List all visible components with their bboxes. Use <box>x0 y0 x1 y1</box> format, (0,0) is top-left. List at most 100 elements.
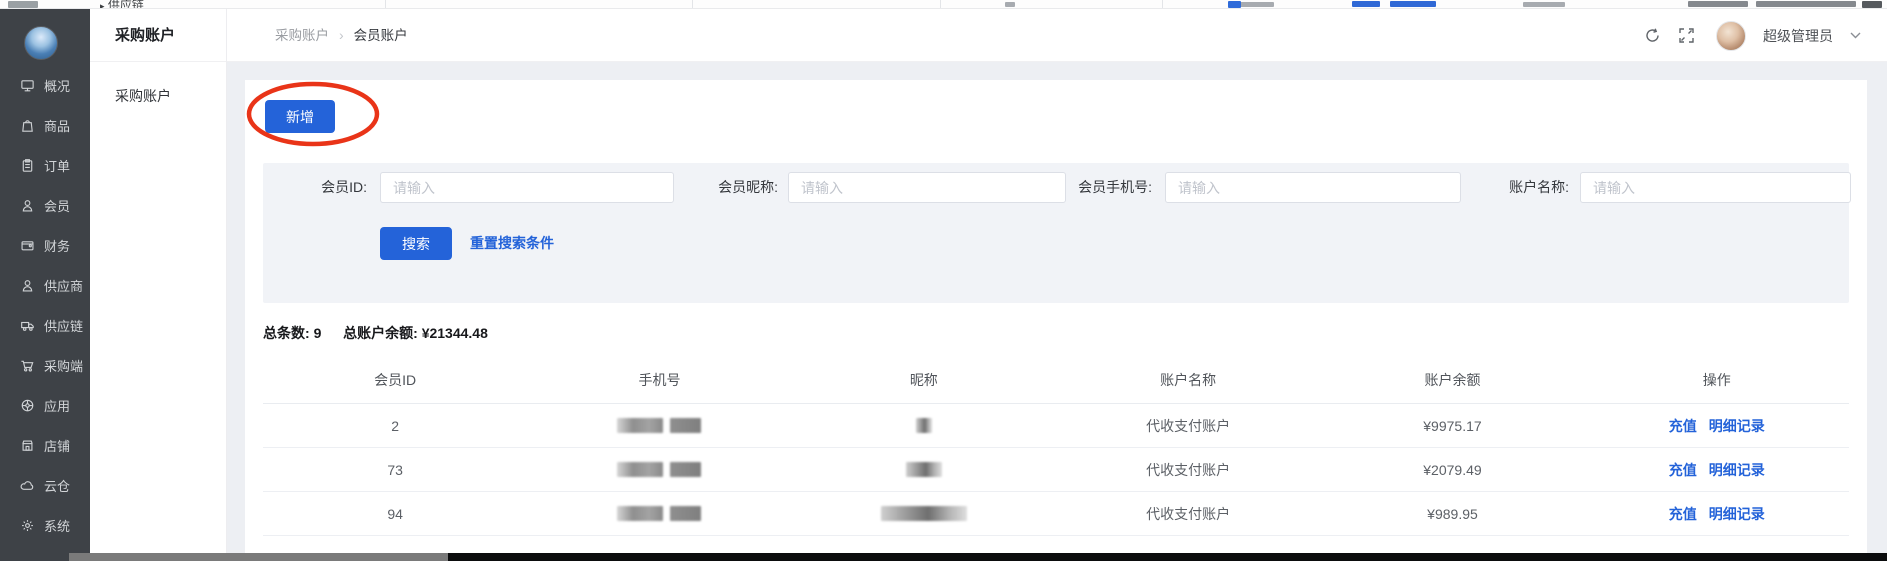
recharge-link[interactable]: 充值 <box>1669 460 1697 480</box>
sidebar-item-3[interactable]: 订单 <box>0 145 90 185</box>
user-avatar[interactable] <box>1716 21 1746 51</box>
table-header-cell: 昵称 <box>792 356 1056 403</box>
sidebar-item-10[interactable]: 店铺 <box>0 425 90 465</box>
search-button[interactable]: 搜索 <box>380 227 452 260</box>
accounts-table: 会员ID手机号昵称账户名称账户余额操作 2代收支付账户¥9975.17充值明细记… <box>263 356 1849 536</box>
table-header-cell: 会员ID <box>263 356 527 403</box>
breadcrumb-parent[interactable]: 采购账户 <box>275 28 329 43</box>
cloud-icon <box>20 478 35 493</box>
secondary-sidebar: 采购账户 采购账户 <box>90 9 227 553</box>
cart-icon <box>20 358 35 373</box>
clipped-blue-icon <box>1228 1 1241 8</box>
phone-cell <box>527 492 791 535</box>
clipboard-icon <box>20 158 35 173</box>
sidebar-item-label: 商品 <box>44 116 70 135</box>
clipped-column-line <box>385 0 386 9</box>
clipped-blue-link <box>1352 1 1380 7</box>
header-bar: 采购账户›会员账户 超级管理员 <box>227 9 1887 62</box>
sidebar-item-1[interactable]: 概况 <box>0 65 90 105</box>
nickname-cell <box>792 404 1056 447</box>
sidebar-item-12[interactable]: 系统 <box>0 505 90 545</box>
sidebar-item-8[interactable]: 采购端 <box>0 345 90 385</box>
clipped-column-line <box>1162 0 1163 9</box>
table-header-row: 会员ID手机号昵称账户名称账户余额操作 <box>263 356 1849 404</box>
clipped-fragment <box>1756 1 1856 7</box>
table-header-cell: 账户名称 <box>1056 356 1320 403</box>
nickname-redaction <box>881 506 967 521</box>
sidebar-item-2[interactable]: 商品 <box>0 105 90 145</box>
actions-cell: 充值明细记录 <box>1585 492 1849 535</box>
breadcrumb: 采购账户›会员账户 <box>275 9 408 62</box>
member-id-cell: 73 <box>263 448 527 491</box>
detail-record-link[interactable]: 明细记录 <box>1709 460 1765 480</box>
balance-cell: ¥9975.17 <box>1320 404 1584 447</box>
reset-search-link[interactable]: 重置搜索条件 <box>470 227 554 260</box>
balance-cell: ¥989.95 <box>1320 492 1584 535</box>
search-field-label-4: 账户名称: <box>1471 172 1569 203</box>
user-name[interactable]: 超级管理员 <box>1763 26 1833 46</box>
sidebar-item-4[interactable]: 会员 <box>0 185 90 225</box>
clipped-column-line <box>692 0 693 9</box>
bag-icon <box>20 118 35 133</box>
company-logo-avatar[interactable] <box>24 26 58 60</box>
refresh-icon[interactable] <box>1644 27 1661 44</box>
breadcrumb-current: 会员账户 <box>354 28 408 43</box>
table-header-cell: 手机号 <box>527 356 791 403</box>
table-row: 2代收支付账户¥9975.17充值明细记录 <box>263 404 1849 448</box>
nickname-redaction <box>916 418 932 433</box>
sidebar-item-11[interactable]: 云仓 <box>0 465 90 505</box>
balance-cell: ¥2079.49 <box>1320 448 1584 491</box>
search-field-input-3[interactable] <box>1165 172 1461 203</box>
wheel-icon <box>20 398 35 413</box>
sidebar-item-label: 概况 <box>44 76 70 95</box>
sidebar-item-label: 财务 <box>44 236 70 255</box>
account-name-cell: 代收支付账户 <box>1056 492 1320 535</box>
recharge-link[interactable]: 充值 <box>1669 416 1697 436</box>
total-count-value: 9 <box>314 325 322 341</box>
sidebar-item-9[interactable]: 应用 <box>0 385 90 425</box>
monitor-icon <box>20 78 35 93</box>
fullscreen-icon[interactable] <box>1678 27 1695 44</box>
main-content: 新增 会员ID: 会员昵称: 会员手机号: 账户名称: 搜索重置搜索条件 总条数: 9 … <box>227 62 1887 561</box>
clipped-fragment <box>8 1 38 8</box>
sidebar-item-6[interactable]: 供应商 <box>0 265 90 305</box>
clipped-fragment <box>1523 2 1565 7</box>
total-balance-label: 总账户余额: <box>343 325 418 341</box>
search-field-label-2: 会员昵称: <box>691 172 778 203</box>
clipped-blue-link <box>1390 1 1436 7</box>
user-icon <box>20 198 35 213</box>
sidebar-nav: 概况商品订单会员财务供应商供应链采购端应用店铺云仓系统 <box>0 65 90 545</box>
search-field-input-2[interactable] <box>788 172 1066 203</box>
phone-redaction <box>617 462 701 477</box>
clipped-fragment <box>1862 1 1882 8</box>
clipped-fragment <box>1240 2 1274 7</box>
table-body: 2代收支付账户¥9975.17充值明细记录73代收支付账户¥2079.49充值明… <box>263 404 1849 536</box>
sidebar-item-5[interactable]: 财务 <box>0 225 90 265</box>
detail-record-link[interactable]: 明细记录 <box>1709 504 1765 524</box>
top-clipped-strip: ▸ 供应链 <box>0 0 1887 9</box>
header-controls: 超级管理员 <box>1644 9 1861 62</box>
clipped-fragment <box>1005 2 1015 7</box>
search-field-input-1[interactable] <box>380 172 674 203</box>
sidebar-item-label: 采购端 <box>44 356 83 375</box>
add-button[interactable]: 新增 <box>265 100 335 133</box>
sidebar-item-label: 云仓 <box>44 476 70 495</box>
sidebar-item-label: 供应商 <box>44 276 83 295</box>
search-field-label-1: 会员ID: <box>263 172 367 203</box>
detail-record-link[interactable]: 明细记录 <box>1709 416 1765 436</box>
search-field-input-4[interactable] <box>1580 172 1851 203</box>
actions-cell: 充值明细记录 <box>1585 404 1849 447</box>
sidebar-item-label: 应用 <box>44 396 70 415</box>
submenu-item[interactable]: 采购账户 <box>90 76 226 116</box>
chevron-down-icon[interactable] <box>1850 32 1861 39</box>
recharge-link[interactable]: 充值 <box>1669 504 1697 524</box>
member-id-cell: 94 <box>263 492 527 535</box>
primary-sidebar: 概况商品订单会员财务供应商供应链采购端应用店铺云仓系统 <box>0 9 90 561</box>
sidebar-item-7[interactable]: 供应链 <box>0 305 90 345</box>
total-balance-value: ¥21344.48 <box>422 325 488 341</box>
search-field-label-3: 会员手机号: <box>1056 172 1152 203</box>
summary-line: 总条数: 9 总账户余额: ¥21344.48 <box>263 323 488 343</box>
account-name-cell: 代收支付账户 <box>1056 404 1320 447</box>
nickname-redaction <box>906 462 942 477</box>
table-row: 94代收支付账户¥989.95充值明细记录 <box>263 492 1849 536</box>
